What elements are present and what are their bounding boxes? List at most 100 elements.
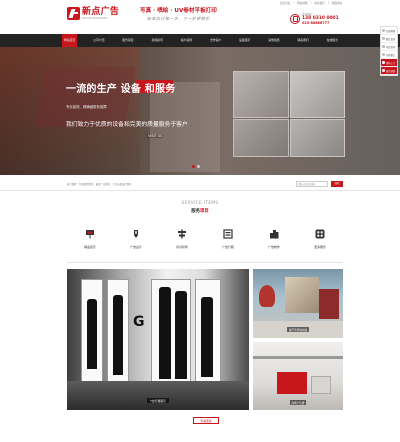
top-link-favorite[interactable]: 收藏本站 — [332, 1, 342, 5]
caption-text: 商场广告牌 — [289, 400, 307, 405]
banner-photo — [290, 119, 345, 157]
separator: | — [310, 1, 312, 4]
caption-text: T台灯箱展示 — [147, 398, 169, 403]
service-label: 精品展示 — [84, 245, 96, 249]
sidebar-item-wechat[interactable]: 微信咨询 — [381, 35, 397, 43]
wechat-icon — [382, 37, 385, 40]
model-figure — [159, 287, 171, 379]
nav-item-news[interactable]: 新闻资讯 — [150, 34, 165, 47]
banner-title: 一流的生产 设备 和服务 — [66, 84, 176, 95]
banner-tagline: 我们致力于优质的设备和完美的质量服务于客户 — [66, 122, 188, 128]
ad-board — [277, 372, 307, 394]
service-title-cn: 服务项目 — [191, 208, 209, 214]
search-button[interactable]: 搜索 — [331, 181, 343, 187]
top-link-sitemap[interactable]: 网站地图 — [297, 1, 307, 5]
service-title-en: SERVICE ITEMS — [181, 200, 219, 205]
service-item-design[interactable]: 广告设计 — [113, 228, 159, 249]
calendar-icon — [382, 61, 385, 64]
search-strip: 热门搜索：写真喷绘制作、展会广告制作、门头店招设计制作 请输入搜索关键词 搜索 — [0, 177, 400, 191]
header-slogan: 写真 · 喷绘 · UV卷材平板打印 标准执行每一步，下一秒更精彩 — [140, 6, 217, 22]
nav-item-contact[interactable]: 联系我们 — [296, 34, 311, 47]
banner-photo — [233, 119, 289, 157]
nav-item-cases[interactable]: 客户案例 — [179, 34, 194, 47]
service-items: 精品展示 广告设计 标识标牌 广告灯箱 广告制作 更多服务 — [67, 228, 343, 249]
sidebar-item-phone[interactable]: 电话咨询 — [381, 43, 397, 51]
nav-item-message[interactable]: 在线留言 — [325, 34, 340, 47]
service-item-signage[interactable]: 标识标牌 — [159, 228, 205, 249]
site-logo[interactable]: 新点广告 XIN DIAN ADVERTISING — [67, 7, 119, 20]
hero-banner[interactable] — [0, 47, 400, 175]
hotline-text: 咨询热线： 138 0310 0001 023-88886777 — [302, 12, 339, 25]
top-link-contact[interactable]: 联系我们 — [314, 1, 324, 5]
logo-subtitle: XIN DIAN ADVERTISING — [82, 16, 108, 20]
banner-tag[interactable]: VISIT US — [147, 134, 164, 138]
service-label: 广告设计 — [130, 245, 142, 249]
banner-subtitle: 专业高效、精确细腻有保障 — [66, 105, 107, 109]
service-title-part: 项目 — [200, 209, 209, 214]
arrow-up-icon — [382, 69, 385, 72]
sidebar-label: 微信咨询 — [386, 37, 396, 41]
sidebar-item-booking[interactable]: 预约上门 — [381, 59, 397, 67]
slider-dot[interactable] — [192, 165, 195, 168]
top-links: 欢迎光临 | 网站地图 | 联系我们 | 收藏本站 — [280, 1, 342, 5]
logo-mark-icon — [67, 7, 80, 20]
phone-icon — [290, 13, 300, 24]
sign-icon — [176, 228, 188, 240]
model-figure — [201, 297, 213, 377]
message-icon — [382, 53, 385, 56]
banner-photo — [290, 71, 345, 118]
caption-text: 展厅背景墙布展 — [286, 327, 310, 332]
nav-item-services[interactable]: 服务项目 — [120, 34, 135, 47]
service-label: 广告制作 — [268, 245, 280, 249]
flag-icon — [84, 228, 96, 240]
main-nav: 网站首页 公司介绍 服务项目 新闻资讯 客户案例 合作客户 设备展示 荣誉资质 … — [0, 34, 400, 47]
image-floor — [67, 381, 249, 410]
service-label: 更多服务 — [314, 245, 326, 249]
sidebar-item-online-service[interactable]: 在线客服 — [381, 27, 397, 35]
sidebar-label: 返回顶部 — [386, 69, 396, 73]
nav-item-equipment[interactable]: 设备展示 — [237, 34, 252, 47]
nav-item-about[interactable]: 公司介绍 — [91, 34, 106, 47]
nav-item-honors[interactable]: 荣誉资质 — [266, 34, 281, 47]
service-heading: SERVICE ITEMS 服务项目 — [0, 200, 400, 214]
model-figure — [87, 299, 97, 369]
slider-dot[interactable] — [197, 165, 200, 168]
logo-text: 新点广告 XIN DIAN ADVERTISING — [82, 6, 120, 20]
service-item-production[interactable]: 广告制作 — [251, 228, 297, 249]
lightbox-icon — [222, 228, 234, 240]
mural-shape — [319, 289, 339, 319]
nav-item-home[interactable]: 网站首页 — [62, 34, 78, 47]
sidebar-item-top[interactable]: 返回顶部 — [381, 67, 397, 75]
sidebar-label: 预约上门 — [386, 61, 396, 65]
banner-bg-shape — [34, 67, 136, 127]
model-figure — [175, 291, 187, 379]
sidebar-label: 电话咨询 — [386, 45, 396, 49]
view-more-button[interactable]: 查看更多 — [193, 417, 219, 424]
pen-icon — [130, 228, 142, 240]
nav-item-clients[interactable]: 合作客户 — [208, 34, 223, 47]
sidebar-item-message[interactable]: 在线留言 — [381, 51, 397, 59]
nav-list: 网站首页 公司介绍 服务项目 新闻资讯 客户案例 合作客户 设备展示 荣誉资质 … — [62, 34, 340, 47]
service-item-showcase[interactable]: 精品展示 — [67, 228, 113, 249]
gallery-main-caption: T台灯箱展示 — [67, 398, 249, 403]
hotline: 咨询热线： 138 0310 0001 023-88886777 — [290, 12, 339, 25]
service-item-more[interactable]: 更多服务 — [297, 228, 343, 249]
chat-icon — [382, 29, 385, 32]
service-title-part: 服务 — [191, 209, 200, 214]
slogan-line-2: 标准执行每一步，下一秒更精彩 — [146, 16, 210, 21]
divider — [67, 262, 343, 263]
brand-mark: G — [133, 314, 145, 330]
service-item-lightbox[interactable]: 广告灯箱 — [205, 228, 251, 249]
sidebar-label: 在线客服 — [386, 29, 396, 33]
sidebar-label: 在线留言 — [386, 53, 396, 57]
model-figure — [113, 295, 123, 375]
gallery-main-image[interactable]: G — [67, 269, 249, 410]
logo-name: 新点广告 — [82, 6, 120, 17]
header: 欢迎光临 | 网站地图 | 联系我们 | 收藏本站 新点广告 XIN DIAN … — [0, 0, 400, 34]
separator: | — [327, 1, 329, 4]
hot-keywords[interactable]: 热门搜索：写真喷绘制作、展会广告制作、门头店招设计制作 — [67, 182, 132, 186]
slogan-line-1: 写真 · 喷绘 · UV卷材平板打印 — [140, 8, 217, 14]
mural-shape — [259, 285, 275, 307]
search-input[interactable]: 请输入搜索关键词 — [296, 181, 328, 187]
banner-photo — [233, 71, 289, 118]
